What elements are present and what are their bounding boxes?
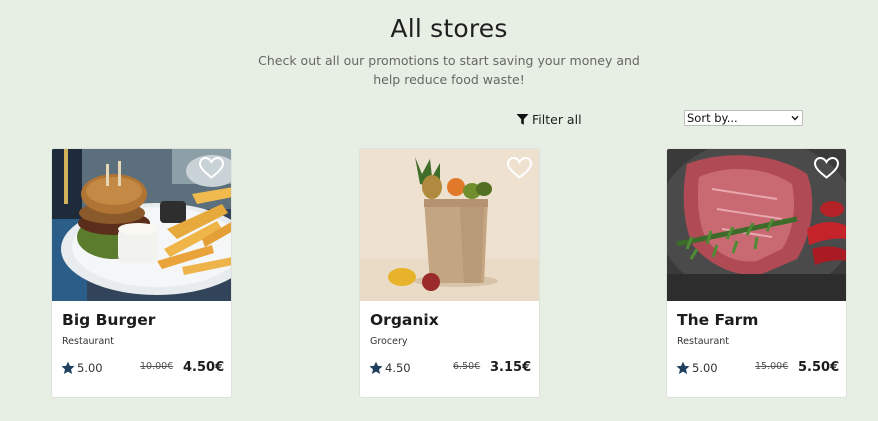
store-card-big-burger[interactable]: Big Burger Restaurant 5.00 10.00€ 4.50€ (51, 148, 232, 398)
store-old-price: 10.00€ (140, 361, 174, 372)
filter-funnel-icon (516, 114, 529, 125)
store-rating-value: 5.00 (77, 361, 103, 375)
store-rating-value: 5.00 (692, 361, 718, 375)
heart-icon[interactable] (198, 156, 225, 180)
filter-all-button[interactable]: Filter all (516, 112, 582, 127)
store-card-organix[interactable]: Organix Grocery 4.50 6.50€ 3.15€ (359, 148, 540, 398)
store-new-price: 3.15€ (490, 360, 532, 375)
store-rating-value: 4.50 (385, 361, 411, 375)
sort-select-value: Sort by... (687, 111, 738, 125)
store-category: Grocery (370, 336, 408, 347)
store-new-price: 4.50€ (183, 360, 225, 375)
filter-label: Filter all (532, 112, 582, 127)
chevron-down-icon (791, 115, 799, 121)
store-name: Organix (370, 311, 439, 329)
store-category: Restaurant (677, 336, 730, 347)
star-icon (676, 361, 690, 374)
store-rating: 5.00 (676, 361, 718, 375)
store-old-price: 15.00€ (755, 361, 789, 372)
page-title: All stores (390, 14, 508, 43)
heart-icon[interactable] (506, 156, 533, 180)
store-name: Big Burger (62, 311, 156, 329)
star-icon (61, 361, 75, 374)
store-card-the-farm[interactable]: The Farm Restaurant 5.00 15.00€ 5.50€ (666, 148, 847, 398)
store-rating: 5.00 (61, 361, 103, 375)
store-name: The Farm (677, 311, 759, 329)
heart-icon[interactable] (813, 156, 840, 180)
sort-select[interactable]: Sort by... (684, 110, 803, 126)
store-rating: 4.50 (369, 361, 411, 375)
star-icon (369, 361, 383, 374)
store-new-price: 5.50€ (798, 360, 840, 375)
page-subtitle: Check out all our promotions to start sa… (258, 53, 640, 87)
store-category: Restaurant (62, 336, 115, 347)
store-old-price: 6.50€ (453, 361, 481, 372)
